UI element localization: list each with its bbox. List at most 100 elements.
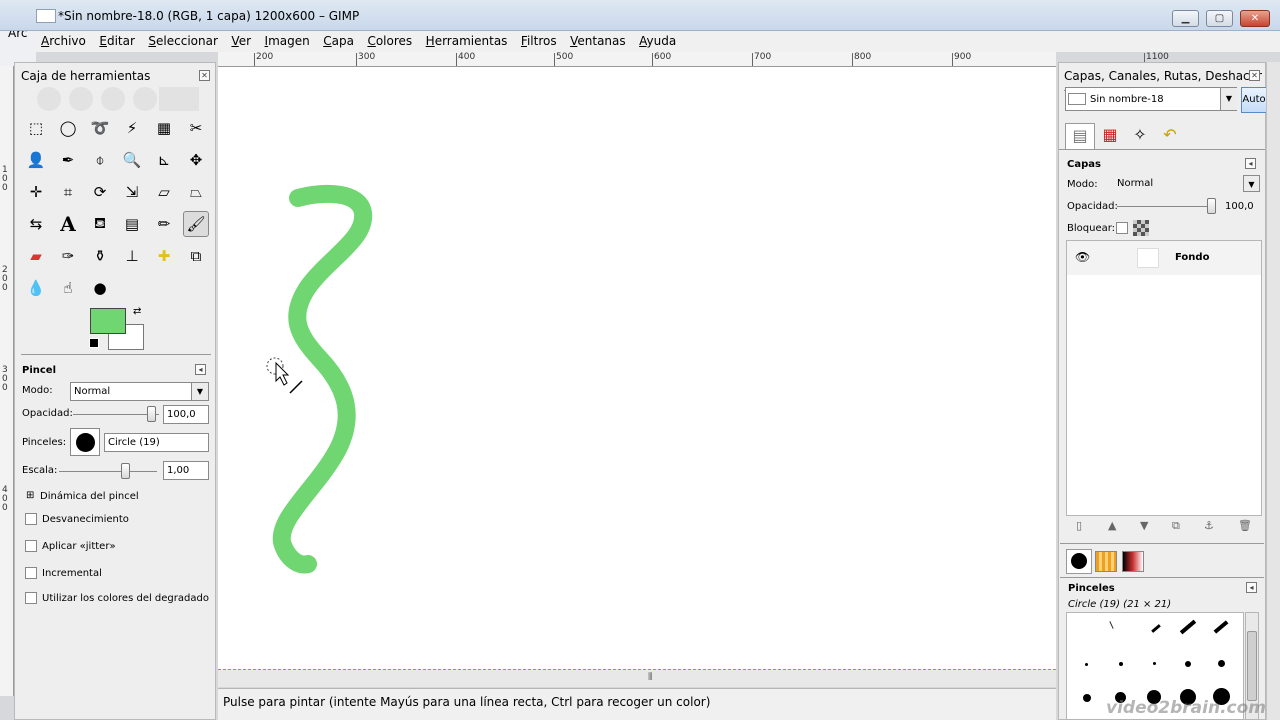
default-colors-icon[interactable] (89, 338, 99, 348)
layer-mode-dropdown[interactable]: Normal ▼ (1114, 175, 1260, 194)
scissors-icon[interactable]: ✂ (183, 115, 209, 141)
gradients-tab-icon[interactable] (1122, 551, 1144, 572)
menu-colores[interactable]: Colores (362, 31, 417, 52)
menu-ventanas[interactable]: Ventanas (565, 31, 631, 52)
undo-tab-icon[interactable]: ↶ (1155, 123, 1185, 149)
bucket-fill-icon[interactable]: ⛾ (87, 211, 113, 237)
layers-list[interactable]: 👁 Fondo (1066, 240, 1262, 516)
lower-layer-icon[interactable]: ▼ (1140, 519, 1148, 532)
menu-editar[interactable]: Editar (94, 31, 140, 52)
brush-name-field[interactable]: Circle (19) (104, 433, 209, 452)
brush-item[interactable] (1185, 661, 1191, 667)
brush-item[interactable] (1213, 620, 1229, 634)
pencil-icon[interactable]: ✏ (151, 211, 177, 237)
brush-item[interactable] (1119, 662, 1123, 666)
maximize-button[interactable]: ▢ (1206, 10, 1233, 27)
brush-dynamics-expander[interactable]: Dinámica del pincel (40, 491, 139, 502)
brush-item[interactable] (1218, 660, 1225, 667)
layer-opacity-handle[interactable] (1207, 198, 1216, 214)
expand-icon[interactable]: ⊞ (26, 490, 34, 501)
resize-grip-icon[interactable]: ⦀ (648, 672, 652, 683)
toolbox-close-icon[interactable]: ✕ (199, 70, 210, 81)
blur-icon[interactable]: 💧 (23, 275, 49, 301)
dock-close-icon[interactable]: ✕ (1249, 70, 1260, 81)
new-layer-icon[interactable]: ▯ (1076, 519, 1082, 532)
scale-icon[interactable]: ⇲ (119, 179, 145, 205)
jitter-checkbox[interactable] (25, 540, 37, 552)
menu-ayuda[interactable]: Ayuda (634, 31, 681, 52)
smudge-icon[interactable]: ☝ (55, 275, 81, 301)
patterns-tab-icon[interactable] (1095, 551, 1117, 572)
lock-pixels-checkbox[interactable] (1116, 222, 1128, 234)
eye-icon[interactable]: 👁 (1075, 250, 1090, 264)
eraser-icon[interactable]: ▰ (23, 243, 49, 269)
rect-select-icon[interactable]: ⬚ (23, 115, 49, 141)
options-menu-icon[interactable]: ◂ (195, 364, 206, 375)
lock-alpha-icon[interactable] (1133, 220, 1149, 236)
clone-icon[interactable]: ⊥ (119, 243, 145, 269)
move-icon[interactable]: ✥ (183, 147, 209, 173)
brush-item[interactable] (1085, 663, 1088, 666)
layers-tab-icon[interactable]: ▤ (1065, 123, 1095, 149)
menu-ver[interactable]: Ver (226, 31, 256, 52)
color-select-icon[interactable]: ▦ (151, 115, 177, 141)
menu-archivo[interactable]: Archivo (36, 31, 91, 52)
vertical-ruler[interactable]: 100 200 300 400 (0, 66, 14, 696)
auto-button[interactable]: Auto (1241, 87, 1267, 113)
incremental-checkbox[interactable] (25, 567, 37, 579)
dodge-burn-icon[interactable]: ● (87, 275, 113, 301)
scale-spinner[interactable]: 1,00 (163, 461, 209, 480)
perspective-icon[interactable]: ⏢ (183, 179, 209, 205)
paths-icon[interactable]: ✒ (55, 147, 81, 173)
shear-icon[interactable]: ▱ (151, 179, 177, 205)
raise-layer-icon[interactable]: ▲ (1108, 519, 1116, 532)
image-selector[interactable]: Sin nombre-18 ▼ (1065, 87, 1237, 111)
align-icon[interactable]: ✛ (23, 179, 49, 205)
free-select-icon[interactable]: ➰ (87, 115, 113, 141)
menu-herramientas[interactable]: Herramientas (421, 31, 513, 52)
foreground-color-swatch[interactable] (90, 308, 126, 334)
brush-item[interactable] (1179, 619, 1197, 635)
fade-checkbox[interactable] (25, 513, 37, 525)
brushes-tab[interactable] (1066, 549, 1092, 574)
brush-item[interactable] (1151, 624, 1161, 633)
flip-icon[interactable]: ⇆ (23, 211, 49, 237)
zoom-icon[interactable]: 🔍 (119, 147, 145, 173)
color-picker-icon[interactable]: ⌽ (87, 147, 113, 173)
perspective-clone-icon[interactable]: ⧉ (183, 243, 209, 269)
scale-slider-handle[interactable] (121, 463, 130, 479)
paths-tab-icon[interactable]: ✧ (1125, 123, 1155, 149)
layer-opacity-track[interactable] (1117, 206, 1213, 207)
dock-scrollbar[interactable] (1266, 62, 1280, 720)
layer-opacity-value[interactable]: 100,0 (1225, 201, 1254, 212)
channels-tab-icon[interactable]: ▦ (1095, 123, 1125, 149)
paintbrush-icon[interactable]: 🖌 (183, 211, 209, 237)
opacity-spinner[interactable]: 100,0 (163, 405, 209, 424)
text-tool-icon[interactable]: A (55, 211, 81, 237)
gradient-colors-checkbox[interactable] (25, 592, 37, 604)
brush-item[interactable] (1153, 662, 1156, 665)
brush-item[interactable] (1109, 621, 1114, 629)
ellipse-select-icon[interactable]: ◯ (55, 115, 81, 141)
menu-seleccionar[interactable]: Seleccionar (143, 31, 223, 52)
horizontal-ruler[interactable]: 200 300 400 500 600 700 800 900 1100 (218, 52, 1169, 67)
crop-icon[interactable]: ⌗ (55, 179, 81, 205)
blend-icon[interactable]: ▤ (119, 211, 145, 237)
rotate-icon[interactable]: ⟳ (87, 179, 113, 205)
opacity-slider-handle[interactable] (147, 406, 156, 422)
fuzzy-select-icon[interactable]: ⚡ (119, 115, 145, 141)
brush-preview-button[interactable] (70, 428, 100, 456)
scrollbar-thumb[interactable] (1247, 631, 1257, 701)
duplicate-layer-icon[interactable]: ⧉ (1172, 519, 1180, 533)
heal-icon[interactable]: ✚ (151, 243, 177, 269)
anchor-layer-icon[interactable]: ⚓ (1204, 519, 1214, 532)
measure-icon[interactable]: ⊾ (151, 147, 177, 173)
minimize-button[interactable]: ▁ (1172, 10, 1199, 27)
image-canvas[interactable] (218, 67, 1056, 669)
ink-icon[interactable]: ⚱ (87, 243, 113, 269)
airbrush-icon[interactable]: ✑ (55, 243, 81, 269)
layer-row[interactable]: 👁 Fondo (1067, 241, 1261, 275)
swap-colors-icon[interactable]: ⇄ (133, 306, 141, 317)
brush-item[interactable] (1083, 694, 1091, 702)
menu-imagen[interactable]: Imagen (260, 31, 315, 52)
